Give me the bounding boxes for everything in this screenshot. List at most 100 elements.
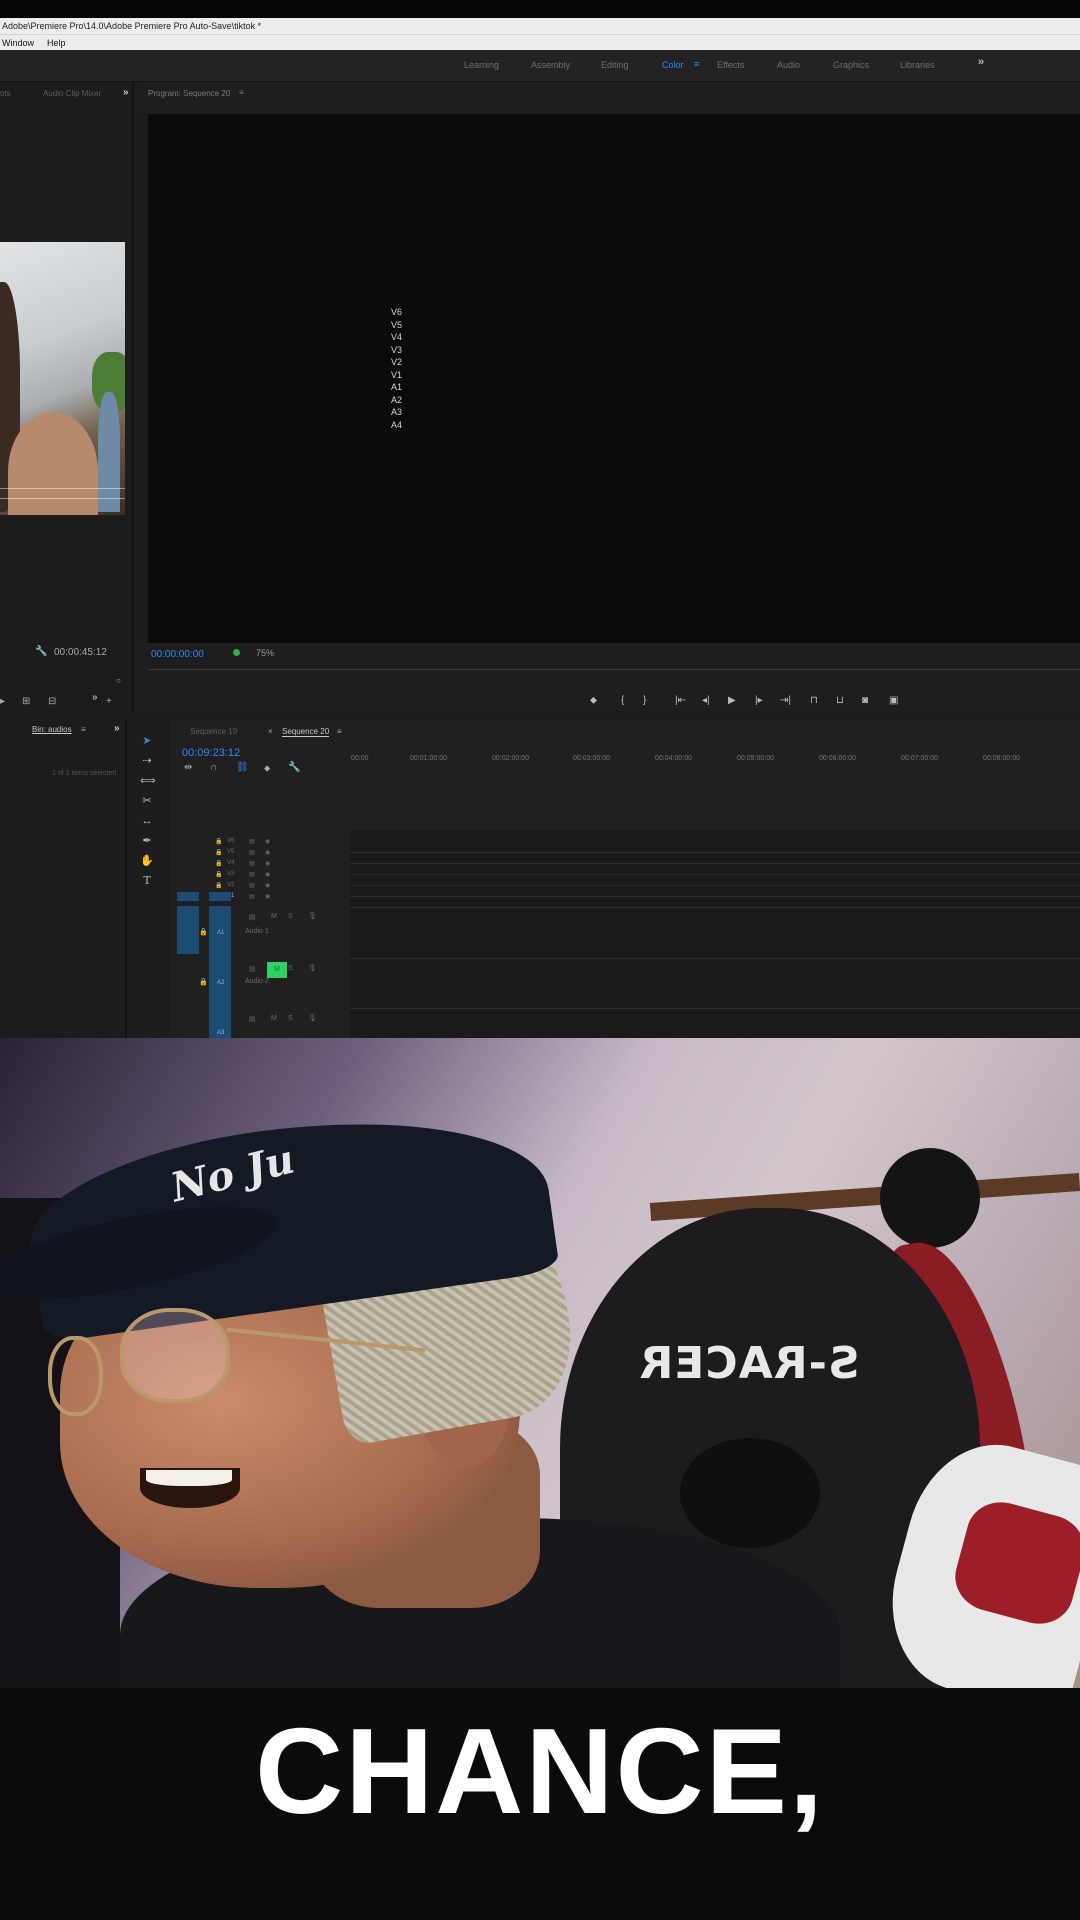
mark-out-icon[interactable]: } — [643, 695, 646, 706]
solo-button[interactable]: S — [288, 965, 293, 972]
menu-window[interactable]: Window — [2, 35, 34, 51]
track-header-v4[interactable]: 🔒 V4 ▤ ◉ — [215, 859, 345, 870]
track-overlay-list: V6 V5 V4 V3 V2 V1 A1 A2 A3 A4 — [391, 306, 402, 431]
bin-selection-info: 1 of 2 items selected — [52, 770, 117, 777]
step-forward-icon[interactable]: |▸ — [755, 695, 763, 706]
track-header-v5[interactable]: 🔒 V5 ▤ ◉ — [215, 848, 345, 859]
mic-icon[interactable]: 🎙 — [308, 964, 317, 972]
menu-help[interactable]: Help — [47, 35, 66, 51]
razor-tool-icon[interactable]: ✂ — [140, 794, 154, 808]
export-frame-icon[interactable]: ◙ — [862, 695, 868, 706]
double-chevron-icon[interactable]: » — [123, 87, 129, 98]
wall-decoration — [880, 1148, 980, 1248]
play-icon[interactable]: ▶ — [728, 695, 736, 706]
go-to-in-icon[interactable]: |⇤ — [675, 695, 686, 706]
workspace-learning[interactable]: Learning — [464, 60, 499, 70]
lock-icon[interactable]: 🔒 — [199, 978, 208, 986]
solo-button[interactable]: S — [288, 1015, 293, 1022]
compare-view-icon[interactable]: ▣ — [889, 695, 898, 706]
hamburger-icon[interactable]: ≡ — [337, 727, 342, 736]
workspace-color[interactable]: Color — [662, 60, 684, 70]
bin-tab[interactable]: Bin: audios — [32, 725, 72, 734]
panel-tab-left[interactable]: ots — [0, 89, 11, 98]
workspace-assembly[interactable]: Assembly — [531, 60, 570, 70]
ripple-edit-tool-icon[interactable]: ⟺ — [140, 774, 156, 788]
add-marker-icon[interactable]: ⬥ — [590, 695, 597, 706]
mic-icon[interactable]: 🎙 — [308, 912, 317, 920]
tab-sequence-19[interactable]: Sequence 19 — [190, 727, 237, 736]
add-button-icon[interactable]: + — [106, 696, 112, 707]
track-header-v3[interactable]: 🔒 V3 ▤ ◉ — [215, 870, 345, 881]
target-v1[interactable] — [209, 892, 231, 901]
film-icon[interactable]: ▤ — [249, 913, 256, 921]
overlay-track-a2: A2 — [391, 394, 403, 405]
overlay-track-v5: V5 — [391, 319, 403, 330]
mic-icon[interactable]: 🎙 — [308, 1014, 317, 1022]
menu-bar: Window Help — [0, 34, 1080, 50]
export-frame-icon[interactable]: ⊞ — [22, 696, 30, 707]
double-chevron-icon[interactable]: » — [114, 723, 120, 734]
hand-tool-icon[interactable]: ✋ — [140, 854, 154, 868]
close-icon[interactable]: × — [268, 727, 273, 736]
hamburger-icon[interactable]: ≡ — [239, 88, 244, 97]
workspace-audio[interactable]: Audio — [777, 60, 800, 70]
wrench-icon[interactable]: 🔧 — [288, 762, 300, 773]
glasses-lens — [48, 1336, 103, 1416]
linked-selection-icon[interactable]: ⛓ — [236, 762, 249, 773]
mark-in-icon[interactable]: { — [621, 695, 624, 706]
go-to-out-icon[interactable]: ⇥| — [780, 695, 791, 706]
step-back-icon[interactable]: ◂| — [702, 695, 710, 706]
workspace-libraries[interactable]: Libraries — [900, 60, 935, 70]
film-icon[interactable]: ▤ — [249, 965, 256, 973]
mute-button[interactable]: M — [271, 1015, 277, 1022]
add-marker-icon[interactable]: ⬥ — [264, 763, 270, 774]
program-timecode[interactable]: 00:00:00:00 — [151, 649, 204, 660]
timeline-track-area[interactable] — [350, 830, 1080, 1038]
wrench-icon[interactable]: 🔧 — [35, 646, 47, 657]
overlay-track-v1: V1 — [391, 369, 403, 380]
double-chevron-icon[interactable]: » — [92, 692, 98, 703]
target-audio[interactable] — [209, 906, 231, 1038]
program-monitor-screen[interactable] — [148, 114, 1080, 643]
snap-icon[interactable]: ∩ — [210, 762, 217, 773]
zoom-select[interactable]: 75% — [256, 648, 274, 658]
mute-button[interactable]: M — [271, 913, 277, 920]
source-patch-v1[interactable] — [177, 892, 199, 901]
track-select-tool-icon[interactable]: ⇢ — [140, 754, 154, 768]
tab-sequence-20[interactable]: Sequence 20 — [282, 727, 330, 737]
ruler-label: 00:08:00:00 — [983, 755, 1020, 762]
button-editor-icon[interactable]: ⊟ — [48, 696, 56, 707]
workspace-editing[interactable]: Editing — [601, 60, 629, 70]
nest-toggle-icon[interactable]: ⇹ — [184, 762, 192, 773]
workspace-effects[interactable]: Effects — [717, 60, 744, 70]
workspace-graphics[interactable]: Graphics — [833, 60, 869, 70]
webcam-video: S-RACER No Ju — [0, 1038, 1080, 1688]
source-patch-a1[interactable] — [177, 906, 199, 954]
selection-tool-icon[interactable]: ➤ — [140, 734, 154, 748]
track-header-v2[interactable]: 🔒 V2 ▤ ◉ — [215, 881, 345, 892]
double-chevron-icon[interactable]: » — [978, 56, 984, 68]
hamburger-icon[interactable]: ≡ — [81, 725, 86, 734]
lift-icon[interactable]: ⊓ — [810, 695, 818, 706]
type-tool-icon[interactable]: T — [140, 874, 154, 888]
track-header-v6[interactable]: 🔒 V6 ▤ ◉ — [215, 837, 345, 848]
hamburger-icon[interactable]: ≡ — [694, 59, 699, 69]
track-header-v1[interactable]: 🔒V1▤◉ — [215, 892, 345, 903]
extract-icon[interactable]: ⊔ — [836, 695, 844, 706]
film-icon[interactable]: ▤ — [249, 1015, 256, 1023]
mute-button-active[interactable]: M — [267, 962, 287, 978]
program-controls: 00:00:00:00 75% ⬥ { } |⇤ ◂| ▶ |▸ ⇥| ⊓ ⊔ … — [140, 643, 1080, 713]
slip-tool-icon[interactable]: ↔ — [140, 814, 154, 828]
ruler-label: 00:07:00:00 — [901, 755, 938, 762]
pen-tool-icon[interactable]: ✒ — [140, 834, 154, 848]
source-timecode[interactable]: 00:00:45:12 — [54, 647, 107, 658]
lock-icon[interactable]: 🔒 — [199, 928, 208, 936]
film-icon: ▤ — [249, 839, 255, 845]
timeline-timecode[interactable]: 00:09:23:12 — [182, 747, 240, 759]
overwrite-icon[interactable]: ▸ — [0, 696, 5, 707]
solo-button[interactable]: S — [288, 913, 293, 920]
program-monitor-title[interactable]: Program: Sequence 20 — [148, 89, 230, 98]
film-icon: ▤ — [249, 861, 255, 867]
program-scrub-bar[interactable] — [148, 669, 1080, 670]
panel-tab-audio-clip-mixer[interactable]: Audio Clip Mixer — [43, 89, 101, 98]
